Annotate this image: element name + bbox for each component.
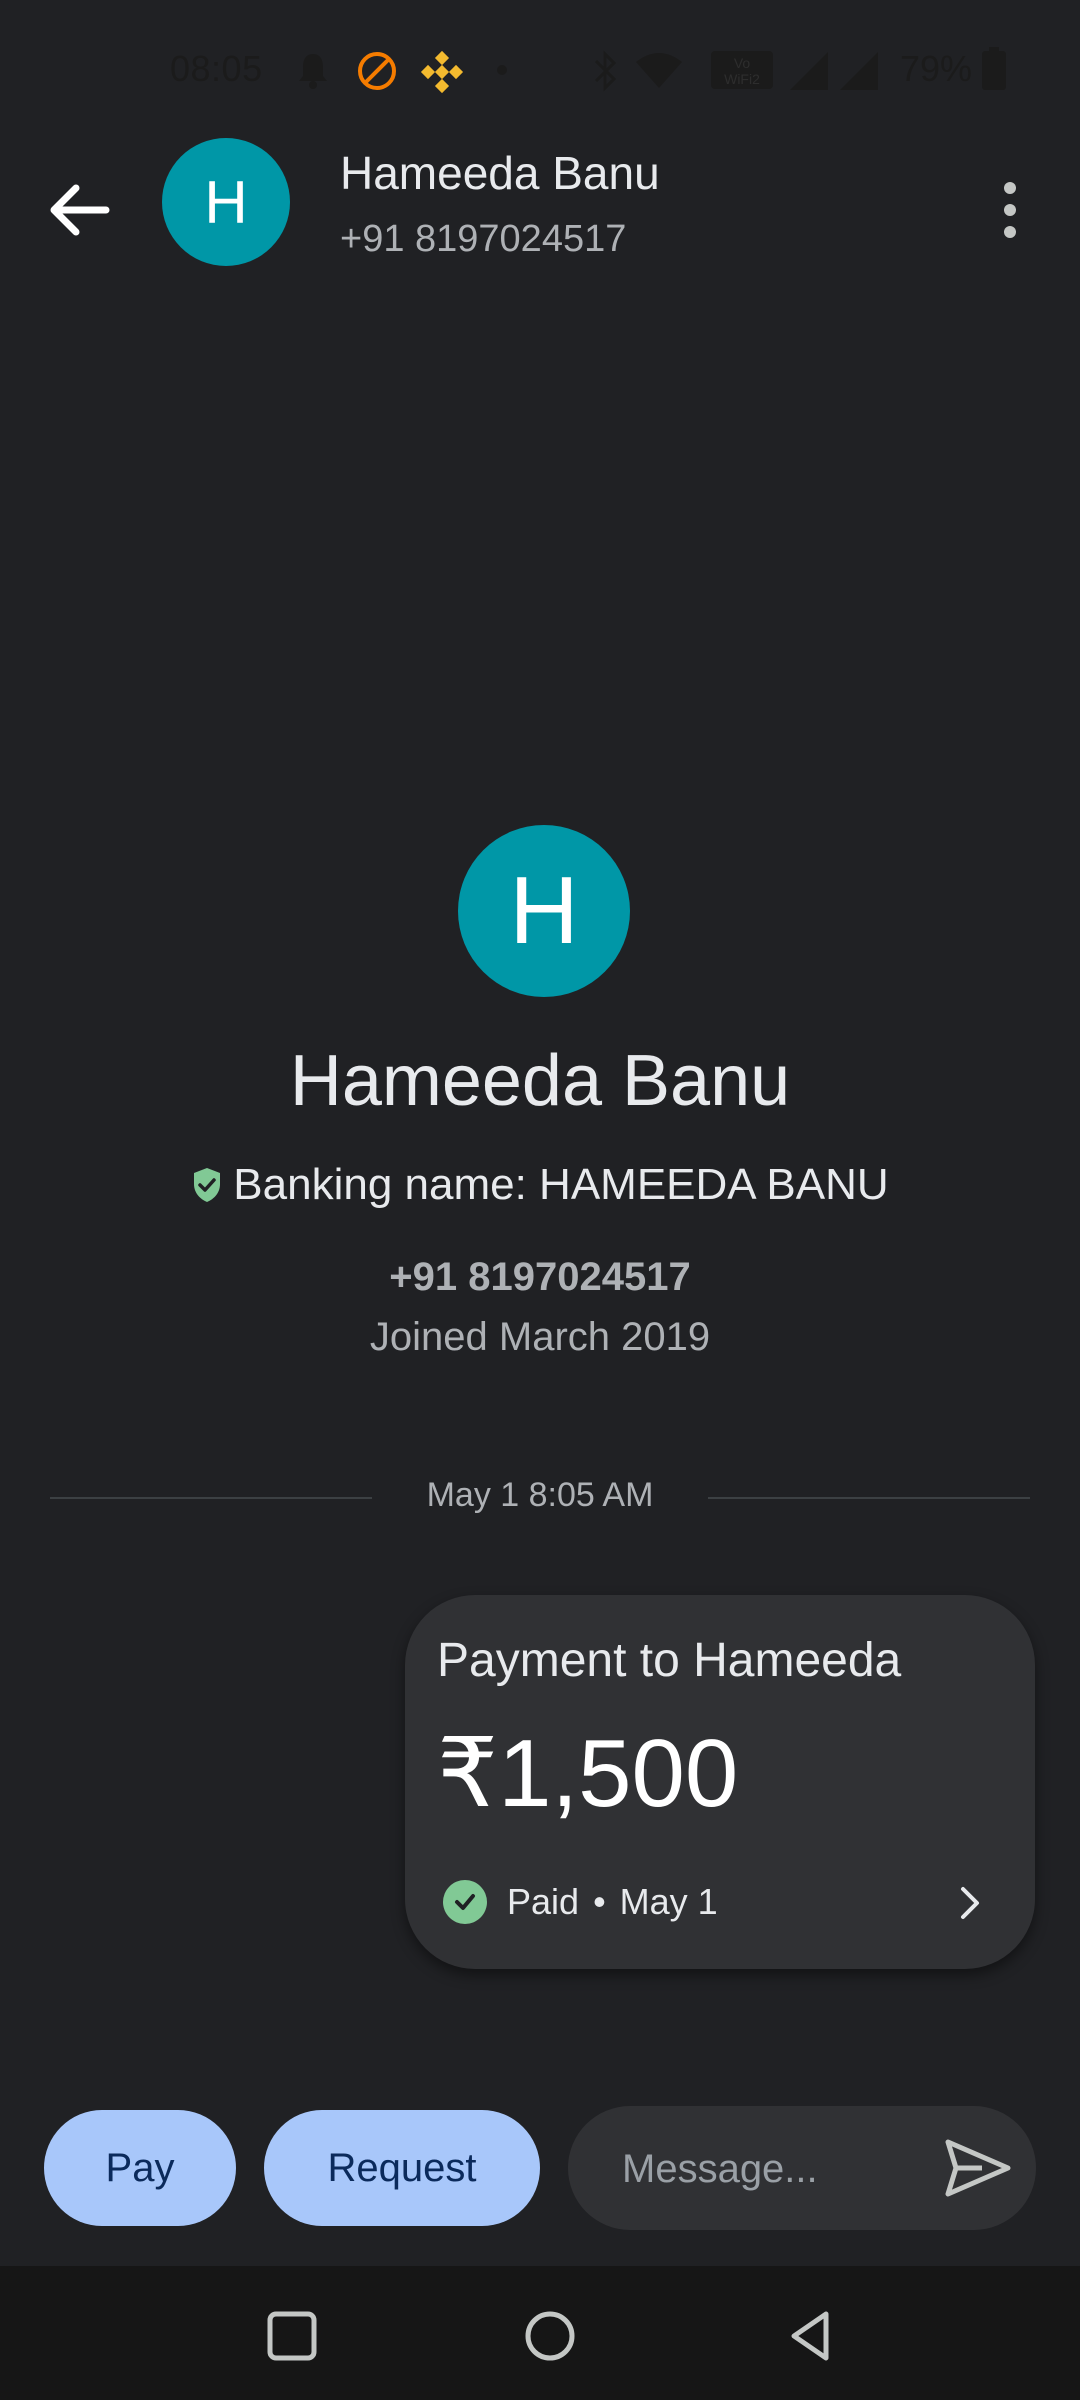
app-bar: H Hameeda Banu +91 8197024517	[0, 130, 1080, 280]
vowifi-icon: Vo WiFi2	[711, 51, 773, 89]
back-arrow-icon[interactable]	[40, 170, 120, 250]
home-circle-icon[interactable]	[520, 2306, 580, 2366]
svg-text:Vo: Vo	[734, 55, 751, 71]
dnd-icon	[358, 52, 396, 90]
battery-percent: 79%	[900, 48, 973, 89]
back-triangle-icon[interactable]	[780, 2306, 840, 2366]
status-bar: 08:05 Vo WiFi2 79%	[0, 0, 1080, 130]
contact-phone: +91 8197024517	[340, 218, 627, 260]
profile-name: Hameeda Banu	[289, 1041, 791, 1121]
svg-text:WiFi2: WiFi2	[724, 71, 760, 87]
message-input[interactable]	[620, 2140, 924, 2198]
status-time: 08:05	[170, 48, 263, 89]
battery-icon	[982, 47, 1006, 90]
request-button-label: Request	[327, 2145, 477, 2190]
payment-amount: ₹1,500	[437, 1720, 739, 1827]
status-separator: •	[593, 1881, 606, 1922]
recents-square-icon[interactable]	[262, 2306, 322, 2366]
binance-icon	[420, 50, 464, 94]
navigation-bar	[0, 2266, 1080, 2400]
payment-title: Payment to Hameeda	[437, 1634, 902, 1687]
pay-button[interactable]: Pay	[44, 2110, 236, 2226]
profile-avatar: H	[458, 825, 630, 997]
banking-name: Banking name: HAMEEDA BANU	[233, 1160, 889, 1209]
check-circle-icon	[443, 1880, 487, 1924]
date-divider: May 1 8:05 AM	[426, 1476, 654, 1514]
profile-phone: +91 8197024517	[389, 1255, 691, 1299]
payment-date: May 1	[619, 1881, 718, 1922]
avatar-initial: H	[204, 168, 248, 236]
bell-icon	[299, 54, 327, 89]
joined-date: Joined March 2019	[369, 1315, 711, 1359]
payment-status: Paid	[507, 1881, 580, 1922]
message-field[interactable]	[568, 2106, 1036, 2230]
verified-shield-icon	[194, 1168, 221, 1202]
dot-icon	[497, 65, 507, 75]
signal-r-icon	[790, 52, 828, 90]
pay-button-label: Pay	[105, 2145, 175, 2190]
payment-card[interactable]: Payment to Hameeda ₹1,500 Paid • May 1	[405, 1595, 1035, 1969]
contact-name[interactable]: Hameeda Banu	[340, 146, 660, 200]
chevron-right-icon	[961, 1887, 979, 1919]
more-options-icon[interactable]	[980, 170, 1040, 250]
profile-avatar-initial: H	[509, 857, 579, 964]
wifi-icon	[636, 53, 682, 88]
request-button[interactable]: Request	[264, 2110, 540, 2226]
bluetooth-icon	[594, 50, 617, 92]
screen: 08:05 Vo WiFi2 79% H Hameeda Banu +91 81…	[0, 0, 1080, 2400]
contact-avatar[interactable]: H	[162, 138, 290, 266]
banking-name-row: Banking name: HAMEEDA BANU	[0, 1160, 1080, 1210]
signal-icon	[840, 52, 878, 90]
send-icon[interactable]	[942, 2136, 1014, 2200]
payment-status-row: Paid • May 1	[443, 1877, 718, 1927]
